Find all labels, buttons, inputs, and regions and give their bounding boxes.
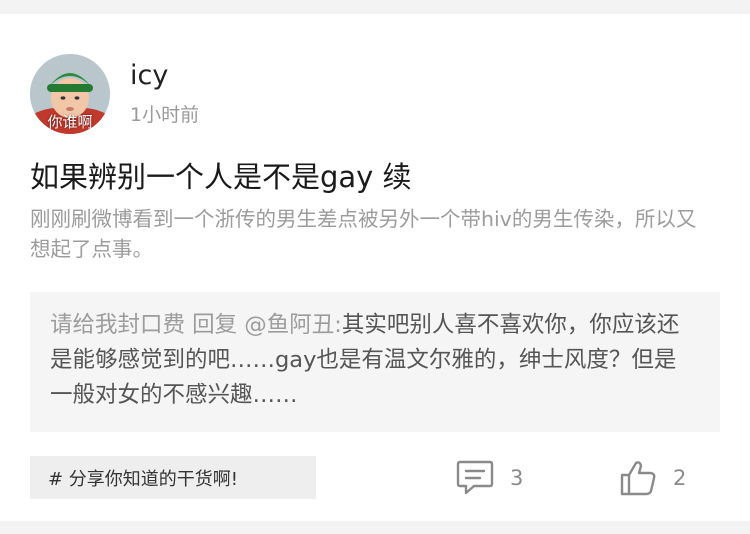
- author-name[interactable]: icy: [130, 60, 168, 91]
- post-card[interactable]: 你谁啊 icy 1小时前 如果辨别一个人是不是gay 续 刚刚刷微博看到一个浙传…: [0, 14, 750, 521]
- topic-tag[interactable]: # 分享你知道的干货啊!: [30, 456, 316, 499]
- reply-prefix: 请给我封口费 回复 @鱼阿丑:: [50, 312, 342, 338]
- quoted-reply-box[interactable]: 请给我封口费 回复 @鱼阿丑:其实吧别人喜不喜欢你，你应该还是能够感觉到的吧………: [30, 292, 720, 432]
- thumbs-up-icon: [620, 461, 656, 496]
- bottom-divider-strip: [0, 521, 750, 534]
- author-avatar[interactable]: 你谁啊: [30, 54, 110, 134]
- quoted-reply: 请给我封口费 回复 @鱼阿丑:其实吧别人喜不喜欢你，你应该还是能够感觉到的吧………: [50, 308, 690, 413]
- like-button[interactable]: 2: [619, 458, 686, 498]
- comment-icon: [456, 460, 494, 495]
- comment-button[interactable]: 3: [456, 458, 523, 498]
- top-divider-strip: [0, 0, 750, 14]
- post-timestamp: 1小时前: [130, 104, 200, 126]
- post-excerpt[interactable]: 刚刚刷微博看到一个浙传的男生差点被另外一个带hiv的男生传染，所以又想起了点事。: [30, 204, 710, 264]
- like-count: 2: [673, 466, 687, 490]
- comment-count: 3: [510, 466, 524, 490]
- avatar-caption: 你谁啊: [47, 113, 93, 131]
- post-title[interactable]: 如果辨别一个人是不是gay 续: [30, 154, 412, 196]
